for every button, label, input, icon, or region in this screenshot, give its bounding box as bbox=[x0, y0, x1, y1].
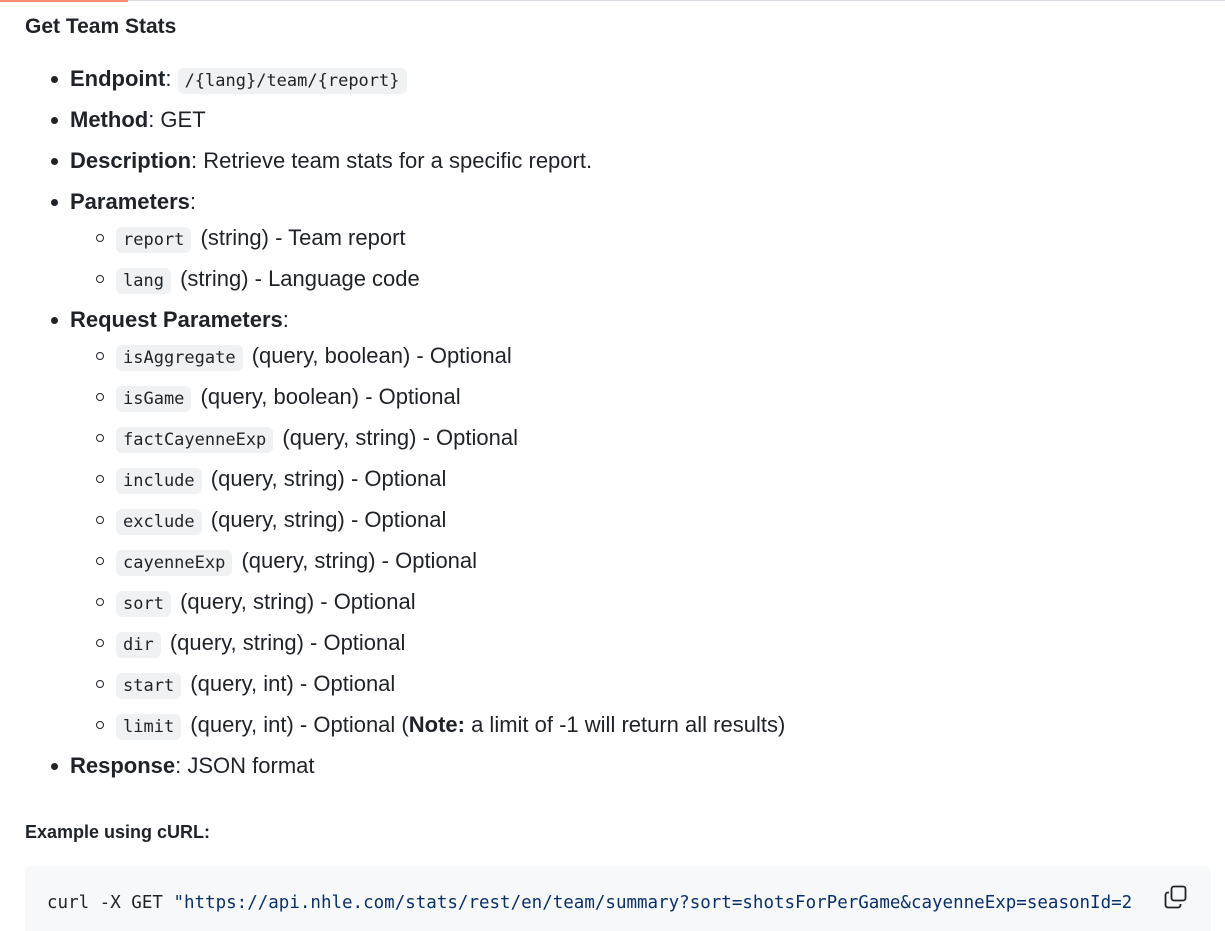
bullet bbox=[51, 317, 58, 324]
request-param-item: limit (query, int) - Optional (Note: a l… bbox=[25, 710, 1211, 751]
param-text: (query, string) - Optional bbox=[235, 548, 478, 573]
bullet bbox=[51, 199, 58, 206]
parameters-sublist: report (string) - Team report lang (stri… bbox=[70, 223, 1211, 305]
param-code: report bbox=[116, 227, 192, 253]
description-label: Description bbox=[70, 148, 192, 173]
sub-bullet bbox=[96, 275, 104, 283]
method-value: : GET bbox=[148, 107, 206, 132]
note-text: a limit of -1 will return all results) bbox=[464, 712, 786, 737]
request-param-item: dir (query, string) - Optional bbox=[25, 628, 1211, 669]
top-divider bbox=[0, 0, 1225, 1]
request-param-item: exclude (query, string) - Optional bbox=[25, 505, 1211, 546]
request-param-item: start (query, int) - Optional bbox=[25, 669, 1211, 710]
parameter-item: lang (string) - Language code bbox=[25, 264, 1211, 305]
sub-bullet bbox=[96, 475, 104, 483]
content: Get Team Stats Endpoint: /{lang}/team/{r… bbox=[25, 10, 1211, 792]
request-param-item: factCayenneExp (query, string) - Optiona… bbox=[25, 423, 1211, 464]
param-code: isAggregate bbox=[116, 345, 243, 371]
sub-bullet bbox=[96, 598, 104, 606]
param-text: (query, string) - Optional bbox=[173, 589, 416, 614]
method-label: Method bbox=[70, 107, 149, 132]
request-param-item: include (query, string) - Optional bbox=[25, 464, 1211, 505]
bullet bbox=[51, 763, 58, 770]
param-text: (string) - Team report bbox=[194, 225, 406, 250]
sub-bullet bbox=[96, 434, 104, 442]
bullet bbox=[51, 117, 58, 124]
sub-bullet bbox=[96, 352, 104, 360]
active-tab-indicator bbox=[0, 0, 128, 2]
parameters-label: Parameters bbox=[70, 189, 190, 214]
list-item-parameters: Parameters: report (string) - Team repor… bbox=[25, 187, 1211, 305]
copy-icon bbox=[1164, 885, 1187, 909]
code-block[interactable]: curl -X GET "https://api.nhle.com/stats/… bbox=[25, 866, 1211, 931]
param-code: cayenneExp bbox=[116, 550, 233, 576]
response-value: : JSON format bbox=[175, 753, 315, 778]
sub-bullet bbox=[96, 680, 104, 688]
example-label: Example using cURL: bbox=[25, 822, 211, 842]
sub-bullet bbox=[96, 557, 104, 565]
parameter-item: report (string) - Team report bbox=[25, 223, 1211, 264]
sub-bullet bbox=[96, 393, 104, 401]
param-code: factCayenneExp bbox=[116, 427, 274, 453]
request-param-item: isAggregate (query, boolean) - Optional bbox=[25, 341, 1211, 382]
list-item-method: Method: GET bbox=[25, 105, 1211, 146]
param-text: (string) - Language code bbox=[173, 266, 420, 291]
param-text: (query, string) - Optional bbox=[204, 507, 447, 532]
section-heading: Get Team Stats bbox=[25, 15, 177, 38]
param-code: start bbox=[116, 673, 182, 699]
endpoint-path: /{lang}/team/{report} bbox=[177, 68, 407, 94]
param-code: exclude bbox=[116, 509, 202, 535]
request-param-item: isGame (query, boolean) - Optional bbox=[25, 382, 1211, 423]
sub-bullet bbox=[96, 234, 104, 242]
note-label: Note: bbox=[408, 712, 465, 737]
list-item-description: Description: Retrieve team stats for a s… bbox=[25, 146, 1211, 187]
parameters-colon: : bbox=[189, 189, 196, 214]
code-url-string: "https://api.nhle.com/stats/rest/en/team… bbox=[173, 893, 1133, 913]
param-text: (query, int) - Optional bbox=[184, 671, 396, 696]
request-parameters-sublist: isAggregate (query, boolean) - Optional … bbox=[70, 341, 1211, 751]
request-parameters-label: Request Parameters bbox=[70, 307, 283, 332]
request-param-item: cayenneExp (query, string) - Optional bbox=[25, 546, 1211, 587]
list-item-response: Response: JSON format bbox=[25, 751, 1211, 792]
endpoint-sep: : bbox=[165, 66, 172, 91]
description-value: : Retrieve team stats for a specific rep… bbox=[191, 148, 593, 173]
request-parameters-colon: : bbox=[282, 307, 289, 332]
list-item-endpoint: Endpoint: /{lang}/team/{report} bbox=[25, 64, 1211, 105]
sub-bullet bbox=[96, 721, 104, 729]
param-text: (query, int) - Optional ( bbox=[184, 712, 409, 737]
code-command: curl -X GET bbox=[47, 893, 174, 913]
param-code: sort bbox=[116, 591, 171, 617]
param-code: include bbox=[116, 468, 202, 494]
param-text: (query, string) - Optional bbox=[163, 630, 406, 655]
endpoint-details-list: Endpoint: /{lang}/team/{report} Method: … bbox=[25, 64, 1211, 792]
param-code: limit bbox=[116, 714, 182, 740]
copy-button[interactable] bbox=[1163, 884, 1189, 910]
bullet bbox=[51, 76, 58, 83]
param-text: (query, boolean) - Optional bbox=[194, 384, 461, 409]
param-code: dir bbox=[116, 632, 161, 658]
param-text: (query, boolean) - Optional bbox=[245, 343, 512, 368]
param-text: (query, string) - Optional bbox=[276, 425, 518, 450]
endpoint-label: Endpoint bbox=[70, 66, 166, 91]
request-param-item: sort (query, string) - Optional bbox=[25, 587, 1211, 628]
sub-bullet bbox=[96, 516, 104, 524]
sub-bullet bbox=[96, 639, 104, 647]
list-item-request-parameters: Request Parameters: isAggregate (query, … bbox=[25, 305, 1211, 751]
code-line: curl -X GET "https://api.nhle.com/stats/… bbox=[47, 893, 1132, 913]
param-code: isGame bbox=[116, 386, 192, 412]
param-code: lang bbox=[116, 268, 171, 294]
response-label: Response bbox=[70, 753, 176, 778]
bullet bbox=[51, 158, 58, 165]
param-text: (query, string) - Optional bbox=[204, 466, 447, 491]
